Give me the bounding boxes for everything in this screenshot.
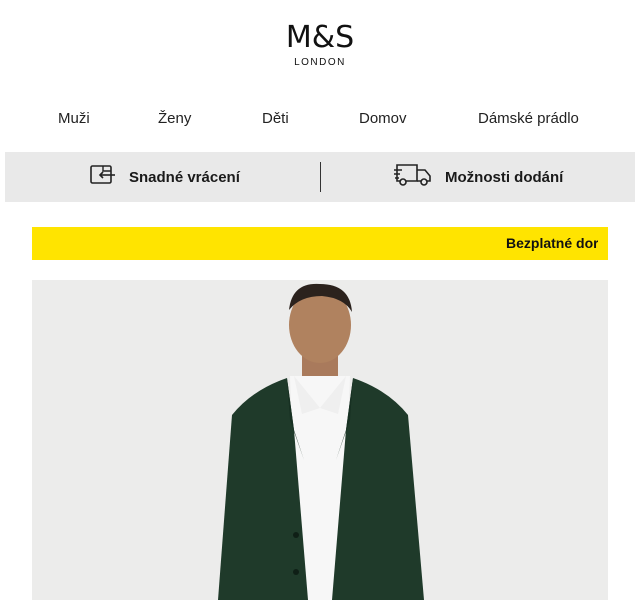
easy-returns-label: Snadné vrácení — [129, 168, 240, 186]
nav-item-domov[interactable]: Domov — [359, 110, 407, 127]
nav-item-damske-pradlo[interactable]: Dámské prádlo — [478, 110, 579, 127]
nav-item-muzi[interactable]: Muži — [58, 110, 90, 127]
delivery-options-label: Možnosti dodání — [445, 168, 564, 186]
service-bar: Snadné vrácení Možnosti dodání — [5, 152, 635, 202]
delivery-truck-icon — [393, 162, 433, 193]
main-nav: Muži Ženy Děti Domov Dámské prádlo — [0, 110, 640, 130]
brand-logo[interactable]: M&S LONDON — [0, 20, 640, 69]
easy-returns-link[interactable]: Snadné vrácení — [89, 152, 240, 202]
hero-banner[interactable] — [32, 280, 608, 600]
delivery-options-link[interactable]: Možnosti dodání — [393, 152, 563, 202]
man-in-green-suit-photo — [32, 280, 608, 600]
nav-item-zeny[interactable]: Ženy — [158, 110, 191, 127]
logo-subtext: LONDON — [294, 57, 346, 68]
nav-item-deti[interactable]: Děti — [262, 110, 289, 127]
promo-banner[interactable]: Bezplatné dor — [32, 227, 608, 260]
service-divider — [320, 162, 321, 192]
return-box-icon — [89, 163, 117, 192]
promo-text: Bezplatné dor — [506, 235, 598, 251]
logo-text: M&S — [285, 20, 355, 55]
